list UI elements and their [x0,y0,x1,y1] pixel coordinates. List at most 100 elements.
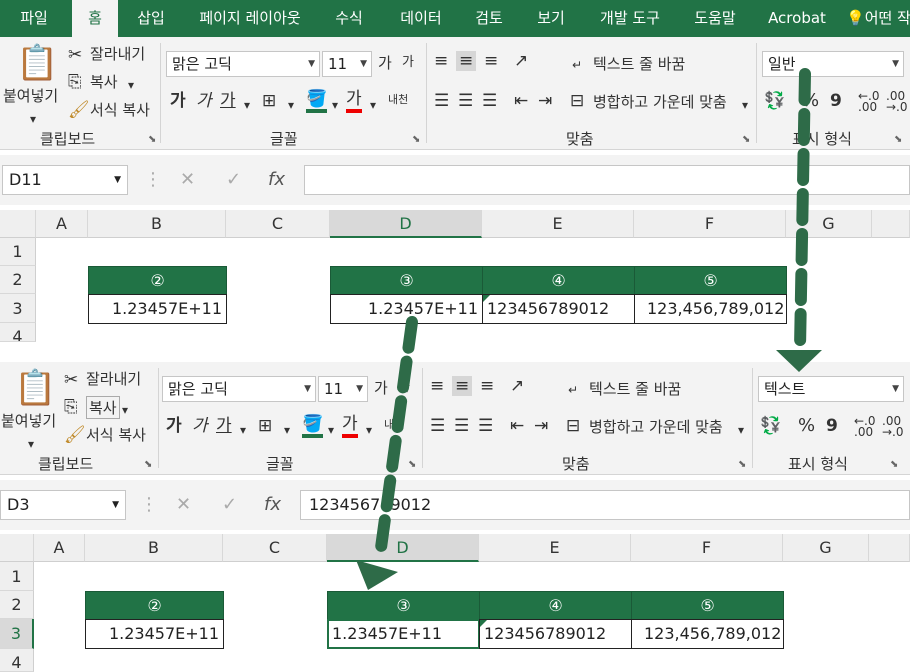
dialog-launcher-icon[interactable]: ⬊ [148,134,156,145]
row-header[interactable]: 1 [0,238,36,266]
value-cell[interactable]: 123,456,789,012 [634,294,787,324]
paste-button[interactable]: 붙여넣기 [1,410,56,431]
shrink-font-button[interactable]: 가 [398,378,410,398]
wrap-text-button[interactable]: 텍스트 줄 바꿈 [589,378,681,399]
font-size-select[interactable]: 11 ▼ [322,51,372,77]
underline-button[interactable]: 가 [216,416,232,436]
column-header[interactable]: G [786,210,872,238]
wrap-text-button[interactable]: 텍스트 줄 바꿈 [593,53,685,74]
number-format-select[interactable]: 텍스트 ▼ [758,376,904,402]
align-center-icon[interactable]: ☰ [454,416,469,436]
align-middle-icon[interactable]: ≡ [456,51,477,71]
column-header[interactable]: E [479,534,631,562]
value-cell[interactable]: 123456789012 [482,294,635,324]
decrease-indent-icon[interactable]: ⇤ [514,91,528,111]
tab-file[interactable]: 파일 [6,0,62,37]
font-name-select[interactable]: 맑은 고딕 ▼ [166,51,320,77]
bold-button[interactable]: 가 [166,416,182,436]
header-cell[interactable]: ② [85,591,224,620]
merge-center-button[interactable]: 병합하고 가운데 맞춤 [589,416,723,437]
header-cell[interactable]: ④ [479,591,632,620]
align-top-icon[interactable]: ≡ [434,51,448,71]
chevron-down-icon[interactable]: ▾ [240,420,246,440]
decrease-decimal-icon[interactable]: .00 →.0 [882,415,904,438]
chevron-down-icon[interactable]: ▾ [288,95,294,115]
italic-button[interactable]: 가 [196,91,212,111]
row-header[interactable]: 2 [0,591,34,619]
comma-button[interactable]: 9 [826,416,838,436]
orientation-icon[interactable]: ↗ [514,51,528,71]
dialog-launcher-icon[interactable]: ⬊ [890,459,898,470]
tab-formulas[interactable]: 수식 [326,0,372,37]
align-right-icon[interactable]: ☰ [478,416,493,436]
phonetic-button[interactable]: 내천 [388,90,408,110]
column-header[interactable]: B [85,534,223,562]
increase-decimal-icon[interactable]: ←.0.00 [854,415,876,438]
chevron-down-icon[interactable]: ▾ [28,434,34,454]
chevron-down-icon[interactable]: ▾ [332,95,338,115]
chevron-down-icon[interactable]: ▾ [284,420,290,440]
value-cell[interactable]: 1.23457E+11 [85,619,224,649]
borders-icon[interactable]: ⊞ [258,416,272,436]
tab-developer[interactable]: 개발 도구 [590,0,670,37]
format-painter-button[interactable]: 서식 복사 [90,99,150,120]
align-center-icon[interactable]: ☰ [458,91,473,111]
tab-data[interactable]: 데이터 [390,0,452,37]
name-box[interactable]: D3 ▼ [0,490,126,520]
align-top-icon[interactable]: ≡ [430,376,444,396]
font-color-button[interactable]: 가 [346,89,362,113]
formula-input[interactable] [304,165,910,195]
name-box[interactable]: D11 ▼ [2,165,128,195]
row-header[interactable]: 3 [0,294,36,323]
font-size-select[interactable]: 11 ▼ [318,376,368,402]
bold-button[interactable]: 가 [170,91,186,111]
currency-icon[interactable]: 💱 [760,416,781,436]
italic-button[interactable]: 가 [192,416,208,436]
row-header[interactable]: 3 [0,619,34,649]
row-header[interactable]: 4 [0,323,36,342]
tab-help[interactable]: 도움말 [684,0,746,37]
orientation-icon[interactable]: ↗ [510,376,524,396]
active-cell[interactable]: 1.23457E+11 [327,619,480,649]
align-left-icon[interactable]: ☰ [434,91,449,111]
column-header[interactable]: B [88,210,226,238]
column-header[interactable] [869,534,910,562]
decrease-decimal-icon[interactable]: .00 →.0 [886,90,908,113]
chevron-down-icon[interactable]: ▾ [30,109,36,129]
fill-color-icon[interactable]: 🪣 [302,414,324,438]
column-header[interactable]: D [330,210,482,238]
copy-button[interactable]: 복사 [90,71,118,92]
underline-button[interactable]: 가 [220,91,236,111]
chevron-down-icon[interactable]: ▾ [742,95,748,115]
tab-acrobat[interactable]: Acrobat [762,0,832,37]
value-cell[interactable]: 123,456,789,012 [631,619,784,649]
borders-icon[interactable]: ⊞ [262,91,276,111]
header-cell[interactable]: ⑤ [634,266,787,295]
dialog-launcher-icon[interactable]: ⬊ [738,459,746,470]
header-cell[interactable]: ④ [482,266,635,295]
enter-icon[interactable]: ✓ [226,169,241,190]
tab-review[interactable]: 검토 [466,0,512,37]
tab-view[interactable]: 보기 [528,0,574,37]
paste-button[interactable]: 붙여넣기 [3,85,58,106]
font-color-button[interactable]: 가 [342,414,358,438]
value-cell[interactable]: 123456789012 [479,619,632,649]
dialog-launcher-icon[interactable]: ⬊ [412,134,420,145]
fill-color-icon[interactable]: 🪣 [306,89,328,113]
formula-input[interactable]: 123456789012 [300,490,910,520]
column-header[interactable] [872,210,910,238]
column-header[interactable]: F [631,534,783,562]
chevron-down-icon[interactable]: ▾ [128,75,134,95]
grow-font-button[interactable]: 가 [378,53,392,73]
column-header[interactable]: D [327,534,479,562]
chevron-down-icon[interactable]: ▾ [122,400,128,420]
column-header[interactable]: G [783,534,869,562]
chevron-down-icon[interactable]: ▾ [738,420,744,440]
dialog-launcher-icon[interactable]: ⬊ [408,459,416,470]
shrink-font-button[interactable]: 가 [402,53,414,73]
font-name-select[interactable]: 맑은 고딕 ▼ [162,376,316,402]
header-cell[interactable]: ② [88,266,227,295]
chevron-down-icon[interactable]: ▾ [244,95,250,115]
column-header[interactable]: C [223,534,327,562]
cut-button[interactable]: 잘라내기 [90,43,145,64]
